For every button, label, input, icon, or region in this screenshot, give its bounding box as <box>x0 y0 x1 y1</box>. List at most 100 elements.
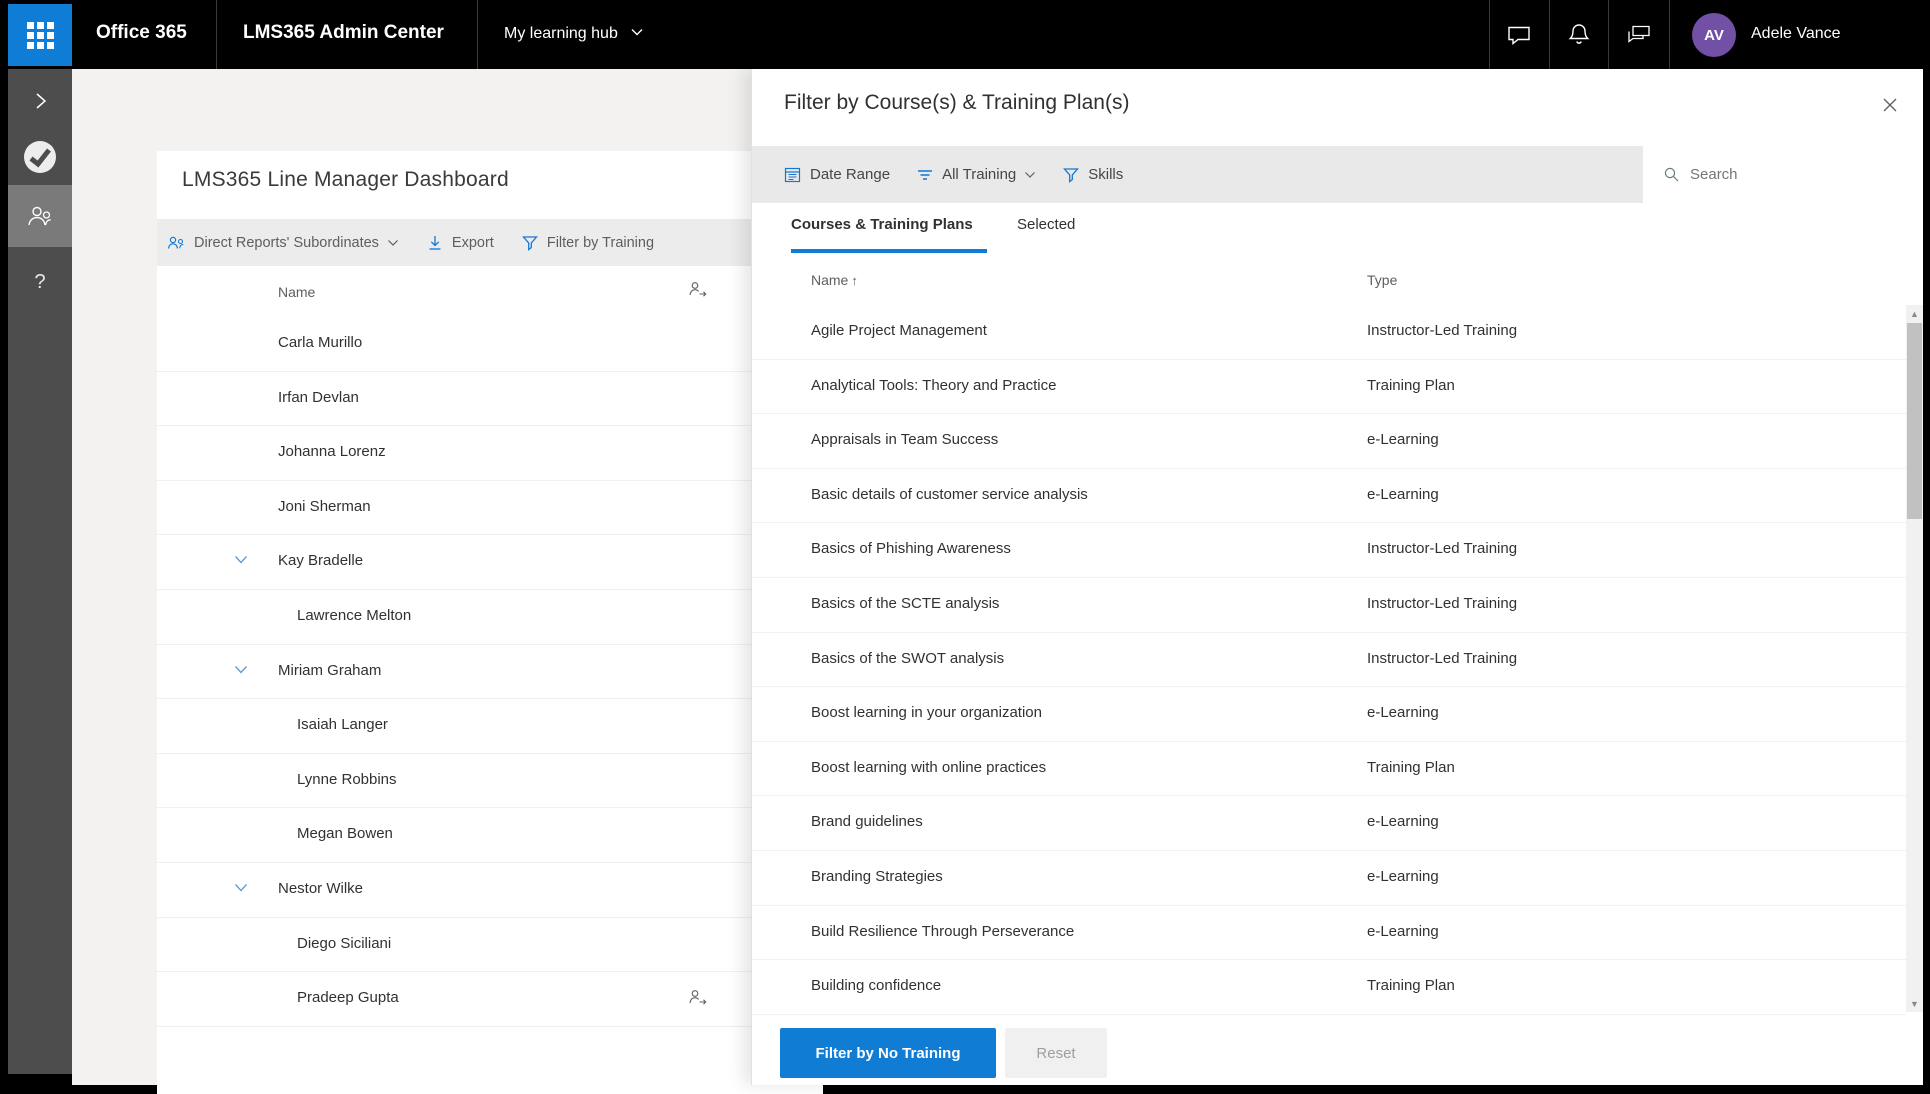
rail-expand-button[interactable] <box>8 73 72 129</box>
download-icon <box>426 234 444 252</box>
course-type: Training Plan <box>1367 977 1455 994</box>
table-row[interactable]: Diego Siciliani7 <box>157 918 823 973</box>
date-range-button[interactable]: Date Range <box>783 165 890 184</box>
close-button[interactable] <box>1874 89 1906 121</box>
row-name: Lynne Robbins <box>297 771 397 788</box>
table-row[interactable]: Isaiah Langer6 <box>157 699 823 754</box>
admin-center-title[interactable]: LMS365 Admin Center <box>243 22 444 44</box>
rail-dashboard-button[interactable] <box>8 185 72 247</box>
filter-by-no-training-button[interactable]: Filter by No Training <box>780 1028 996 1078</box>
course-row[interactable]: Build Resilience Through Perseverancee-L… <box>752 906 1906 961</box>
name-column-header[interactable]: Name <box>278 284 315 300</box>
course-row[interactable]: Brand guidelinese-Learning <box>752 796 1906 851</box>
rail-lms365-logo[interactable] <box>8 129 72 185</box>
my-learning-hub-label: My learning hub <box>504 25 618 42</box>
app-launcher-button[interactable] <box>8 4 72 66</box>
course-row[interactable]: Branding Strategiese-Learning <box>752 851 1906 906</box>
course-type: e-Learning <box>1367 431 1439 448</box>
table-row[interactable]: Pradeep Gupta <box>157 972 823 1027</box>
scrollbar-thumb[interactable] <box>1907 323 1922 519</box>
collapse-chevron-icon[interactable] <box>233 664 249 676</box>
export-label: Export <box>452 235 494 251</box>
office365-brand[interactable]: Office 365 <box>96 22 187 44</box>
tab-courses-training-plans[interactable]: Courses & Training Plans <box>791 216 973 233</box>
person-arrow-icon[interactable] <box>687 988 709 1006</box>
course-name: Agile Project Management <box>811 322 987 339</box>
export-button[interactable]: Export <box>426 234 494 252</box>
table-row[interactable]: Miriam Graham7 <box>157 645 823 700</box>
scope-label: Direct Reports' Subordinates <box>194 235 379 251</box>
chat-button[interactable] <box>1489 0 1549 69</box>
type-column-header[interactable]: Type <box>1367 272 1397 288</box>
filter-panel: Filter by Course(s) & Training Plan(s) D… <box>751 69 1923 1085</box>
rail-help-button[interactable]: ? <box>8 254 72 310</box>
scope-dropdown[interactable]: Direct Reports' Subordinates <box>166 234 399 252</box>
top-bar: Office 365 LMS365 Admin Center My learni… <box>0 0 1930 69</box>
table-row[interactable]: Joni Sherman4 <box>157 481 823 536</box>
course-row[interactable]: Basics of the SCTE analysisInstructor-Le… <box>752 578 1906 633</box>
course-type: Instructor-Led Training <box>1367 540 1517 557</box>
collapse-chevron-icon[interactable] <box>233 554 249 566</box>
course-row[interactable]: Basics of the SWOT analysisInstructor-Le… <box>752 633 1906 688</box>
panel-title: Filter by Course(s) & Training Plan(s) <box>784 91 1129 115</box>
course-type: Instructor-Led Training <box>1367 650 1517 667</box>
course-row[interactable]: Basic details of customer service analys… <box>752 469 1906 524</box>
chat-icon <box>1506 23 1532 47</box>
course-row[interactable]: Appraisals in Team Successe-Learning <box>752 414 1906 469</box>
course-type: e-Learning <box>1367 923 1439 940</box>
course-type: e-Learning <box>1367 486 1439 503</box>
course-row[interactable]: Building confidenceTraining Plan <box>752 960 1906 1015</box>
filter-by-training-button[interactable]: Filter by Training <box>521 234 654 252</box>
funnel-icon <box>1062 166 1080 184</box>
sort-ascending-icon: ↑ <box>851 273 858 288</box>
feedback-button[interactable] <box>1608 0 1668 69</box>
table-row[interactable]: Lawrence Melton0 <box>157 590 823 645</box>
user-name[interactable]: Adele Vance <box>1751 25 1841 43</box>
table-row[interactable]: Lynne Robbins2 <box>157 754 823 809</box>
app-window: Office 365 LMS365 Admin Center My learni… <box>0 0 1930 1094</box>
training-type-dropdown[interactable]: All Training <box>916 166 1036 183</box>
reset-button[interactable]: Reset <box>1005 1028 1107 1078</box>
help-icon: ? <box>34 271 45 294</box>
row-name: Irfan Devlan <box>278 389 359 406</box>
table-row[interactable]: Megan Bowen1 <box>157 808 823 863</box>
chevron-right-icon <box>29 90 51 112</box>
table-row[interactable]: Kay Bradelle2 <box>157 535 823 590</box>
course-name: Branding Strategies <box>811 868 943 885</box>
table-row[interactable]: Nestor Wilke0 <box>157 863 823 918</box>
table-row[interactable]: Johanna Lorenz0 <box>157 426 823 481</box>
people-icon <box>166 234 186 252</box>
skills-label: Skills <box>1088 166 1123 183</box>
scroll-down-arrow[interactable]: ▼ <box>1906 995 1923 1012</box>
row-name: Megan Bowen <box>297 825 393 842</box>
collapse-chevron-icon[interactable] <box>233 882 249 894</box>
course-row[interactable]: Boost learning with online practicesTrai… <box>752 742 1906 797</box>
person-arrow-icon[interactable] <box>687 280 709 298</box>
course-name: Boost learning in your organization <box>811 704 1042 721</box>
notifications-button[interactable] <box>1549 0 1609 69</box>
scrollbar[interactable]: ▲ ▼ <box>1906 305 1923 1012</box>
scroll-up-arrow[interactable]: ▲ <box>1906 305 1923 322</box>
course-row[interactable]: Analytical Tools: Theory and PracticeTra… <box>752 360 1906 415</box>
topbar-divider <box>1669 0 1670 69</box>
search-input[interactable]: Search <box>1643 146 1923 203</box>
table-row[interactable]: Carla Murillo10 <box>157 317 823 372</box>
avatar[interactable]: AV <box>1692 13 1736 57</box>
row-name: Carla Murillo <box>278 334 362 351</box>
course-row[interactable]: Basics of Phishing AwarenessInstructor-L… <box>752 523 1906 578</box>
name-column-header[interactable]: Name↑ <box>811 272 858 288</box>
row-name: Joni Sherman <box>278 498 371 515</box>
search-icon <box>1663 166 1680 183</box>
course-type: Training Plan <box>1367 377 1455 394</box>
tab-selected[interactable]: Selected <box>1017 216 1075 233</box>
topbar-divider <box>477 0 478 69</box>
skills-button[interactable]: Skills <box>1062 166 1123 184</box>
reports-table-body: Carla Murillo10Irfan Devlan10Johanna Lor… <box>157 317 823 1027</box>
filter-lines-icon <box>916 167 934 183</box>
course-row[interactable]: Agile Project ManagementInstructor-Led T… <box>752 305 1906 360</box>
calendar-icon <box>783 165 802 184</box>
course-row[interactable]: Boost learning in your organizatione-Lea… <box>752 687 1906 742</box>
row-name: Nestor Wilke <box>278 880 363 897</box>
my-learning-hub-menu[interactable]: My learning hub <box>504 25 644 43</box>
table-row[interactable]: Irfan Devlan10 <box>157 372 823 427</box>
